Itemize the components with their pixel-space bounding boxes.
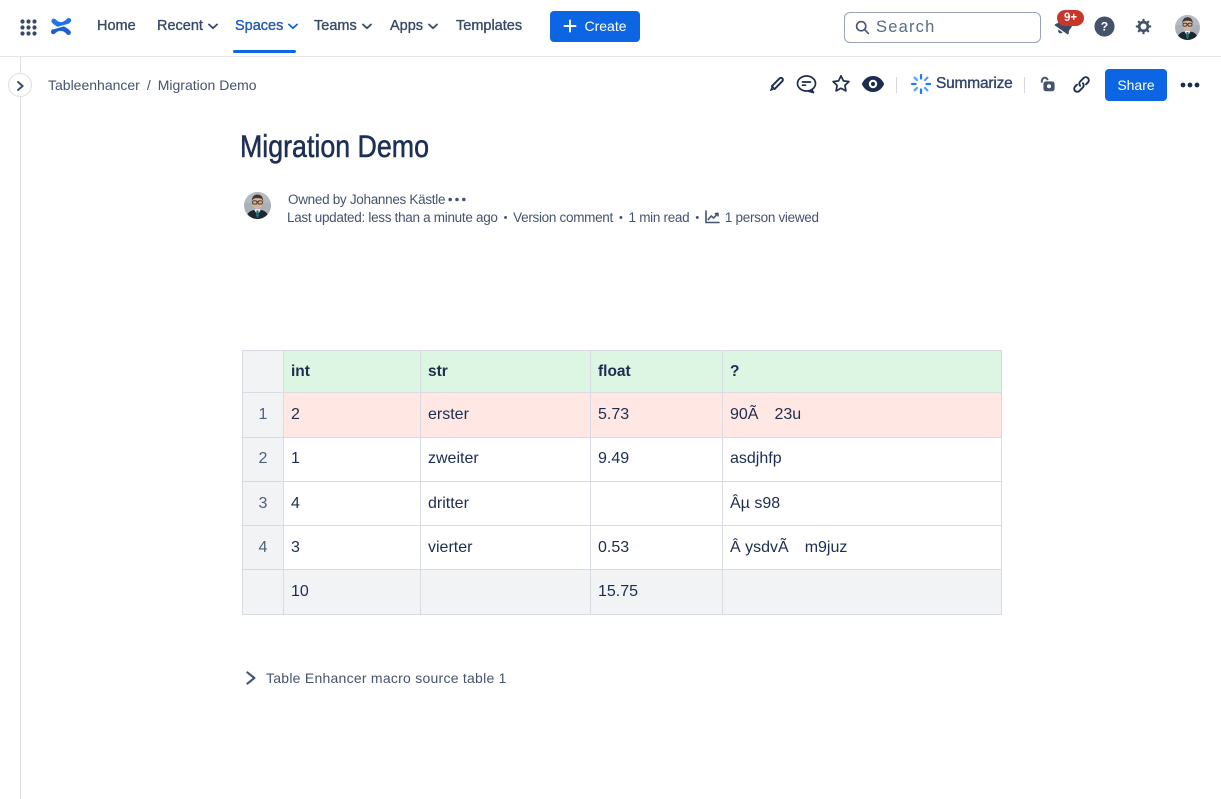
- svg-text:?: ?: [1101, 20, 1108, 34]
